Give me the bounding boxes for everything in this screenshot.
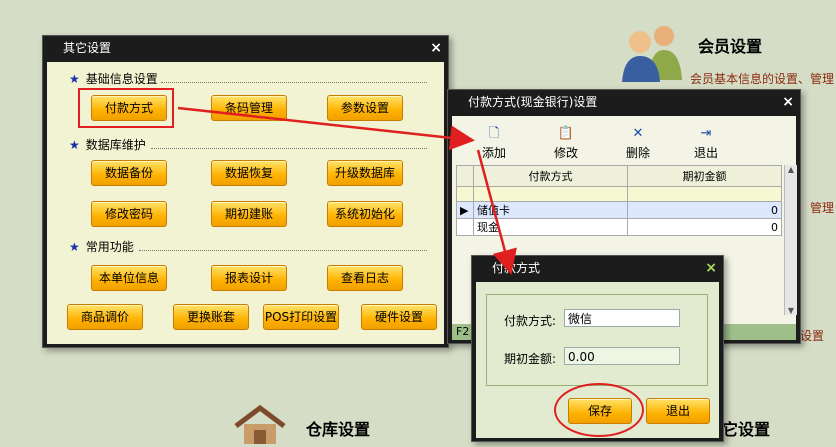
- annotation-arrows: [177, 106, 517, 275]
- arrow-to-dialog: [476, 149, 517, 275]
- arrow-to-window: [177, 106, 475, 151]
